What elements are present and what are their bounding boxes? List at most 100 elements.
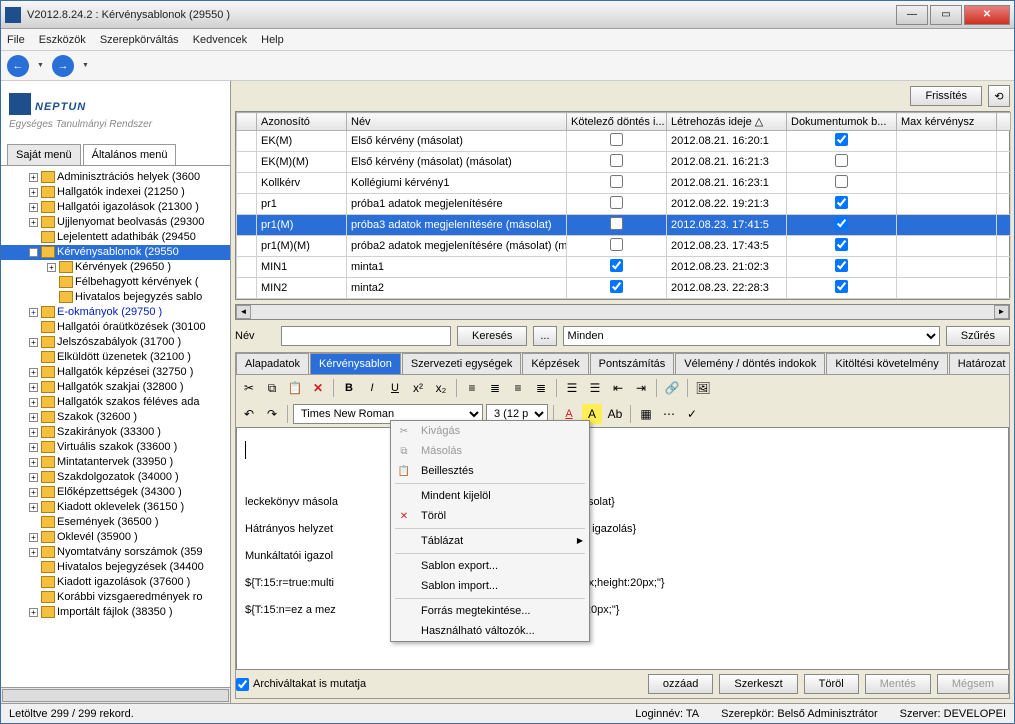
tree-node[interactable]: +Hallgatók szakos féléves ada xyxy=(1,395,230,410)
tab-own-menu[interactable]: Saját menü xyxy=(7,144,81,165)
tree-node[interactable]: +Jelszószabályok (31700 ) xyxy=(1,335,230,350)
tree-node[interactable]: Elküldött üzenetek (32100 ) xyxy=(1,350,230,365)
table-row[interactable]: pr1próba1 adatok megjelenítésére2012.08.… xyxy=(237,194,1011,215)
grid-hscroll[interactable]: ◄ ► xyxy=(235,304,1010,320)
redo-icon[interactable]: ↷ xyxy=(262,404,282,424)
paste-icon[interactable]: 📋 xyxy=(285,378,305,398)
tree-node[interactable]: +Nyomtatvány sorszámok (359 xyxy=(1,545,230,560)
search-button[interactable]: Keresés xyxy=(457,326,527,346)
tree-node[interactable]: Félbehagyott kérvények ( xyxy=(1,275,230,290)
tree-node[interactable]: Kiadott igazolások (37600 ) xyxy=(1,575,230,590)
spell-icon[interactable]: ✓ xyxy=(682,404,702,424)
tree-node[interactable]: +E-okmányok (29750 ) xyxy=(1,305,230,320)
menu-file[interactable]: File xyxy=(7,34,25,46)
ctx-paste[interactable]: 📋Beillesztés xyxy=(391,461,589,481)
clear-format-icon[interactable]: Ab xyxy=(605,404,625,424)
tree-node[interactable]: +Előképzettségek (34300 ) xyxy=(1,485,230,500)
tab-velemeny[interactable]: Vélemény / döntés indokok xyxy=(675,353,825,374)
nav-back-button[interactable]: ← xyxy=(7,55,29,77)
data-grid[interactable]: AzonosítóNévKötelező döntés i...Létrehoz… xyxy=(235,111,1010,300)
link-icon[interactable]: 🔗 xyxy=(662,378,682,398)
tree-node[interactable]: Hivatalos bejegyzések (34400 xyxy=(1,560,230,575)
image-icon[interactable]: 🖼 xyxy=(693,378,713,398)
scroll-right[interactable]: ► xyxy=(994,305,1009,319)
tree-node[interactable]: +Hallgatói igazolások (21300 ) xyxy=(1,200,230,215)
tab-general-menu[interactable]: Általános menü xyxy=(83,144,177,165)
close-button[interactable]: ✕ xyxy=(964,5,1010,25)
tree-node[interactable]: Események (36500 ) xyxy=(1,515,230,530)
cut-icon[interactable]: ✂ xyxy=(239,378,259,398)
align-center-icon[interactable]: ≣ xyxy=(485,378,505,398)
italic-icon[interactable]: I xyxy=(362,378,382,398)
table-row[interactable]: MIN1minta12012.08.23. 21:02:3 xyxy=(237,257,1011,278)
html-editor[interactable]: leckekönyv másola __________________ kön… xyxy=(236,427,1009,670)
tree-node[interactable]: -Kérvénysablonok (29550 xyxy=(1,245,230,260)
cancel-button[interactable]: Mégsem xyxy=(937,674,1009,694)
menu-help[interactable]: Help xyxy=(261,34,284,46)
delete-button[interactable]: Töröl xyxy=(804,674,859,694)
tree-node[interactable]: +Hallgatók képzései (32750 ) xyxy=(1,365,230,380)
tree-node[interactable]: +Oklevél (35900 ) xyxy=(1,530,230,545)
underline-icon[interactable]: U xyxy=(385,378,405,398)
nav-tree[interactable]: +Adminisztrációs helyek (3600 +Hallgatók … xyxy=(1,165,230,687)
ctx-export[interactable]: Sablon export... xyxy=(391,556,589,576)
tab-alapadatok[interactable]: Alapadatok xyxy=(236,353,309,374)
nav-fwd-dd[interactable]: ▼ xyxy=(82,62,89,69)
table-row[interactable]: EK(M)(M)Első kérvény (másolat) (másolat)… xyxy=(237,152,1011,173)
copy-icon[interactable]: ⧉ xyxy=(262,378,282,398)
tree-node[interactable]: Hallgatói óraütközések (30100 xyxy=(1,320,230,335)
bold-icon[interactable]: B xyxy=(339,378,359,398)
tree-node[interactable]: +Importált fájlok (38350 ) xyxy=(1,605,230,620)
ctx-copy[interactable]: ⧉Másolás xyxy=(391,441,589,461)
tree-node[interactable]: +Ujjlenyomat beolvasás (29300 xyxy=(1,215,230,230)
table-row[interactable]: EK(M)Első kérvény (másolat)2012.08.21. 1… xyxy=(237,131,1011,152)
table-icon[interactable]: ▦ xyxy=(636,404,656,424)
nav-forward-button[interactable]: → xyxy=(52,55,74,77)
table-row[interactable]: MIN2minta22012.08.23. 22:28:3 xyxy=(237,278,1011,299)
tree-node[interactable]: Korábbi vizsgaeredmények ro xyxy=(1,590,230,605)
tree-node[interactable]: +Kérvények (29650 ) xyxy=(1,260,230,275)
ctx-delete[interactable]: ✕Töröl xyxy=(391,506,589,526)
tab-kitoltesi[interactable]: Kitöltési követelmény xyxy=(826,353,947,374)
pin-button[interactable]: ⟲ xyxy=(988,85,1010,107)
filter-button[interactable]: Szűrés xyxy=(946,326,1010,346)
ctx-vars[interactable]: Használható változók... xyxy=(391,621,589,641)
align-left-icon[interactable]: ≡ xyxy=(462,378,482,398)
scroll-left[interactable]: ◄ xyxy=(236,305,251,319)
tab-pontszamitas[interactable]: Pontszámítás xyxy=(590,353,675,374)
ctx-table[interactable]: Táblázat▶ xyxy=(391,531,589,551)
search-scope-select[interactable]: Minden xyxy=(563,326,940,346)
edit-button[interactable]: Szerkeszt xyxy=(719,674,797,694)
tab-szervezeti[interactable]: Szervezeti egységek xyxy=(402,353,522,374)
indent-icon[interactable]: ⇥ xyxy=(631,378,651,398)
tab-kepzesek[interactable]: Képzések xyxy=(522,353,588,374)
sup-icon[interactable]: x² xyxy=(408,378,428,398)
minimize-button[interactable]: — xyxy=(896,5,928,25)
table-row[interactable]: pr1(M)próba3 adatok megjelenítésére (más… xyxy=(237,215,1011,236)
tree-node[interactable]: +Hallgatók szakjai (32800 ) xyxy=(1,380,230,395)
tree-node[interactable]: Hivatalos bejegyzés sablo xyxy=(1,290,230,305)
save-button[interactable]: Mentés xyxy=(865,674,931,694)
tree-hscroll[interactable] xyxy=(1,687,230,703)
search-input[interactable] xyxy=(281,326,451,346)
tree-node[interactable]: +Szakirányok (33300 ) xyxy=(1,425,230,440)
maximize-button[interactable]: ▭ xyxy=(930,5,962,25)
menu-tools[interactable]: Eszközök xyxy=(39,34,86,46)
tab-kervenysablon[interactable]: Kérvénysablon xyxy=(310,353,401,374)
table-row[interactable]: pr1(M)(M)próba2 adatok megjelenítésére (… xyxy=(237,236,1011,257)
align-right-icon[interactable]: ≡ xyxy=(508,378,528,398)
add-button[interactable]: ozzáad xyxy=(648,674,713,694)
sub-icon[interactable]: x₂ xyxy=(431,378,451,398)
list-ol-icon[interactable]: ☰ xyxy=(562,378,582,398)
tree-node[interactable]: +Adminisztrációs helyek (3600 xyxy=(1,170,230,185)
ctx-source[interactable]: Forrás megtekintése... xyxy=(391,601,589,621)
search-more-button[interactable]: ... xyxy=(533,326,556,346)
ctx-cut[interactable]: ✂Kivágás xyxy=(391,421,589,441)
tab-hatarozat[interactable]: Határozat xyxy=(949,353,1009,374)
outdent-icon[interactable]: ⇤ xyxy=(608,378,628,398)
menu-role[interactable]: Szerepkörváltás xyxy=(100,34,179,46)
tree-node[interactable]: +Szakdolgozatok (34000 ) xyxy=(1,470,230,485)
special-icon[interactable]: ⋯ xyxy=(659,404,679,424)
refresh-button[interactable]: Frissítés xyxy=(910,86,982,106)
ctx-selectall[interactable]: Mindent kijelöl xyxy=(391,486,589,506)
